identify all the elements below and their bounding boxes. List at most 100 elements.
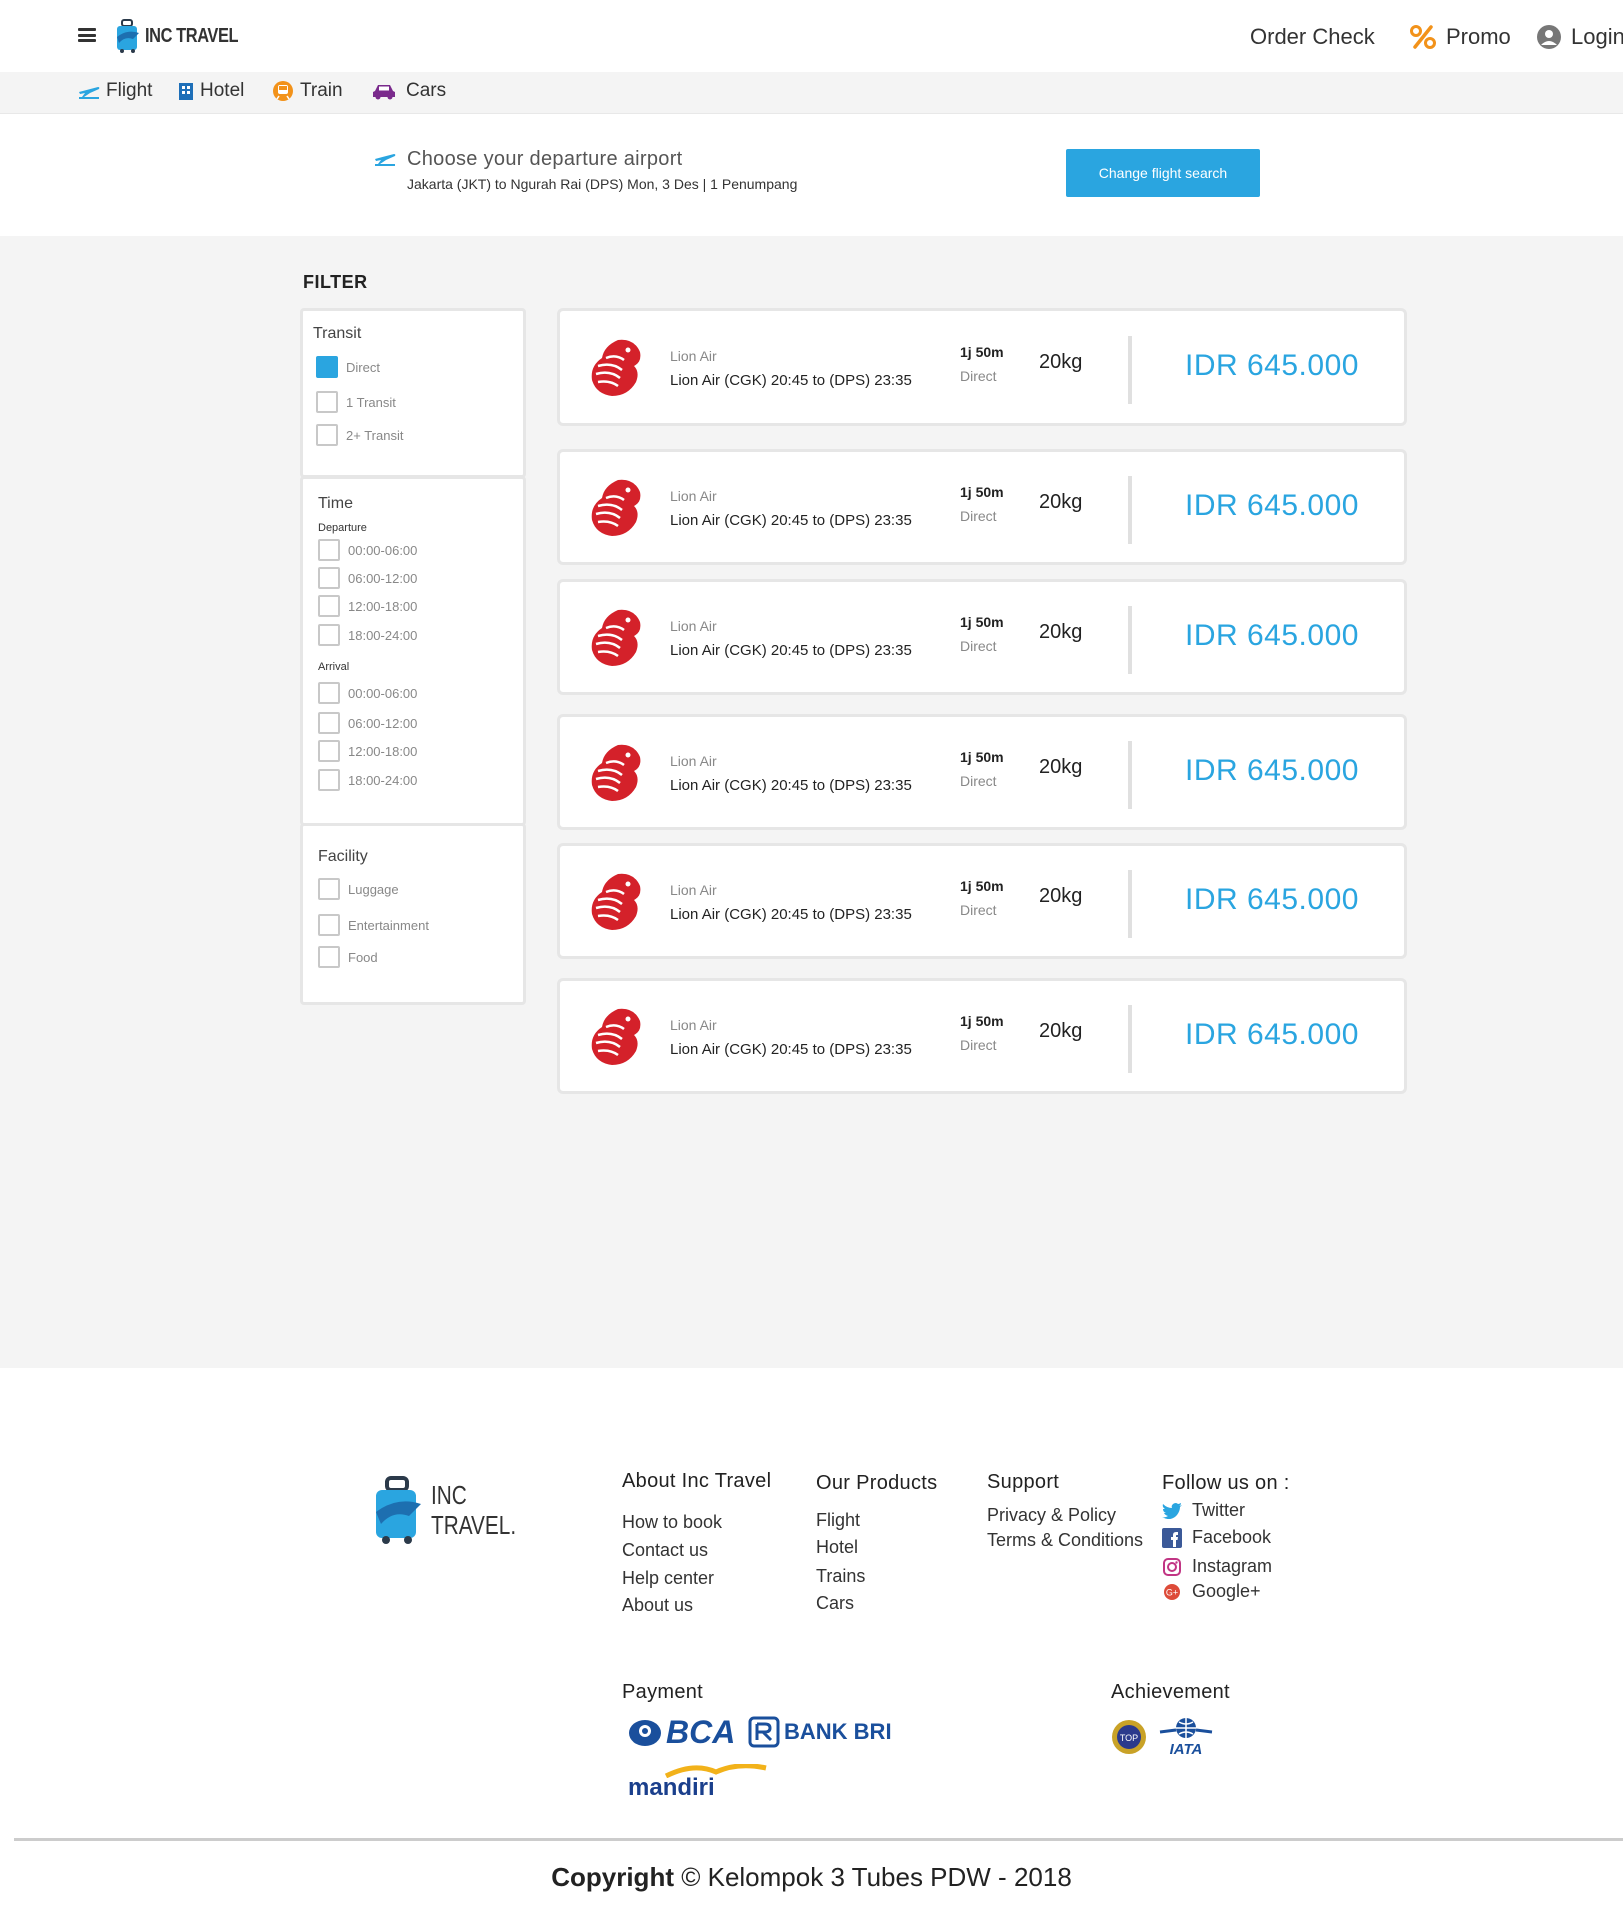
airline-name: Lion Air [670,488,717,504]
flight-price[interactable]: IDR 645.000 [1185,619,1359,653]
footer-link-help[interactable]: Help center [622,1568,714,1589]
filter-1-transit[interactable]: 1 Transit [316,391,396,413]
baggage-allowance: 20kg [1039,1020,1083,1042]
option-label: 12:00-18:00 [348,598,418,614]
flight-card[interactable]: Lion Air Lion Air (CGK) 20:45 to (DPS) 2… [557,308,1407,426]
footer-link-privacy[interactable]: Privacy & Policy [987,1505,1116,1526]
flight-price[interactable]: IDR 645.000 [1185,349,1359,383]
flight-duration: 1j 50m [960,614,1004,630]
option-label: Food [348,949,378,965]
award-badge-icon: TOP [1112,1720,1146,1754]
filter-entertainment[interactable]: Entertainment [318,914,429,936]
flight-card[interactable]: Lion Air Lion Air (CGK) 20:45 to (DPS) 2… [557,579,1407,695]
footer-link-terms[interactable]: Terms & Conditions [987,1530,1143,1551]
order-check-link[interactable]: Order Check [1250,24,1375,50]
checkbox[interactable] [318,595,340,617]
nav-hotel[interactable]: Hotel [178,80,244,102]
checkbox[interactable] [318,712,340,734]
search-summary: Choose your departure airport Jakarta (J… [0,114,1623,236]
checkbox-1-transit[interactable] [316,391,338,413]
flight-card[interactable]: Lion Air Lion Air (CGK) 20:45 to (DPS) 2… [557,449,1407,565]
filter-departure-slot[interactable]: 00:00-06:00 [318,539,417,561]
promo-link[interactable]: Promo [1410,24,1511,50]
footer-link-about[interactable]: About us [622,1595,693,1616]
footer-link-trains[interactable]: Trains [816,1566,865,1587]
social-facebook[interactable]: Facebook [1162,1527,1271,1548]
baggage-allowance: 20kg [1039,491,1083,513]
flight-price[interactable]: IDR 645.000 [1185,883,1359,917]
filter-luggage[interactable]: Luggage [318,878,399,900]
login-link[interactable]: Login [1537,24,1623,50]
footer-link-flight[interactable]: Flight [816,1510,860,1531]
flight-price[interactable]: IDR 645.000 [1185,754,1359,788]
social-label: Google+ [1192,1581,1261,1601]
filter-arrival-slot[interactable]: 18:00-24:00 [318,769,417,791]
flight-route: Lion Air (CGK) 20:45 to (DPS) 23:35 [670,642,912,659]
user-icon [1537,25,1561,49]
footer-link-cars[interactable]: Cars [816,1593,854,1614]
filter-2-transit[interactable]: 2+ Transit [316,424,403,446]
nav-cars-label: Cars [406,80,447,101]
checkbox[interactable] [318,769,340,791]
option-label: 00:00-06:00 [348,542,418,558]
flight-route: Lion Air (CGK) 20:45 to (DPS) 23:35 [670,777,912,794]
option-label: 2+ Transit [346,427,404,443]
flight-card[interactable]: Lion Air Lion Air (CGK) 20:45 to (DPS) 2… [557,978,1407,1094]
change-flight-search-button[interactable]: Change flight search [1066,149,1260,197]
nav-train[interactable]: Train [272,80,343,102]
filter-arrival-slot[interactable]: 00:00-06:00 [318,682,417,704]
card-divider [1128,606,1132,674]
flight-card[interactable]: Lion Air Lion Air (CGK) 20:45 to (DPS) 2… [557,843,1407,959]
facility-heading: Facility [318,848,368,865]
brand-name: INC TRAVEL [145,24,239,47]
filter-arrival-slot[interactable]: 12:00-18:00 [318,740,417,762]
checkbox[interactable] [318,567,340,589]
checkbox[interactable] [318,539,340,561]
filter-food[interactable]: Food [318,946,378,968]
nav-flight[interactable]: Flight [78,80,152,102]
option-label: 18:00-24:00 [348,627,418,643]
social-twitter[interactable]: Twitter [1162,1500,1245,1521]
checkbox-entertainment[interactable] [318,914,340,936]
lion-air-logo-icon [591,609,641,666]
about-title: About Inc Travel [622,1470,772,1492]
flight-price[interactable]: IDR 645.000 [1185,1018,1359,1052]
checkbox-food[interactable] [318,946,340,968]
footer-link-how-to-book[interactable]: How to book [622,1512,722,1533]
card-divider [1128,476,1132,544]
bca-logo: BCA [628,1714,735,1751]
transit-heading: Transit [313,325,362,342]
hamburger-menu-icon[interactable] [78,28,96,42]
bri-logo: BANK BRI [748,1716,892,1748]
mandiri-text: mandiri [628,1774,715,1801]
footer-brand-logo[interactable]: INC TRAVEL. [373,1476,537,1544]
car-icon [373,85,395,100]
flight-card[interactable]: Lion Air Lion Air (CGK) 20:45 to (DPS) 2… [557,714,1407,830]
social-instagram[interactable]: Instagram [1162,1556,1272,1577]
checkbox[interactable] [318,624,340,646]
filter-departure-slot[interactable]: 06:00-12:00 [318,567,417,589]
flight-route: Lion Air (CGK) 20:45 to (DPS) 23:35 [670,372,912,389]
checkbox-direct[interactable] [316,356,338,378]
bca-emblem-icon [629,1719,661,1746]
award-text: TOP [1120,1733,1138,1743]
social-googleplus[interactable]: G+ Google+ [1162,1581,1261,1602]
lion-air-logo-icon [591,873,641,930]
brand-logo[interactable]: INC TRAVEL [115,18,259,54]
filter-direct[interactable]: Direct [316,356,380,378]
checkbox-2-transit[interactable] [316,424,338,446]
checkbox[interactable] [318,682,340,704]
filter-departure-slot[interactable]: 18:00-24:00 [318,624,417,646]
footer-link-contact[interactable]: Contact us [622,1540,708,1561]
login-label: Login [1571,24,1623,49]
filter-departure-slot[interactable]: 12:00-18:00 [318,595,417,617]
checkbox[interactable] [318,740,340,762]
nav-cars[interactable]: Cars [372,80,446,102]
nav-train-label: Train [300,80,343,101]
filter-arrival-slot[interactable]: 06:00-12:00 [318,712,417,734]
flight-type: Direct [960,773,997,789]
footer-link-hotel[interactable]: Hotel [816,1537,858,1558]
bri-text: BANK BRI [784,1719,892,1744]
checkbox-luggage[interactable] [318,878,340,900]
flight-price[interactable]: IDR 645.000 [1185,489,1359,523]
